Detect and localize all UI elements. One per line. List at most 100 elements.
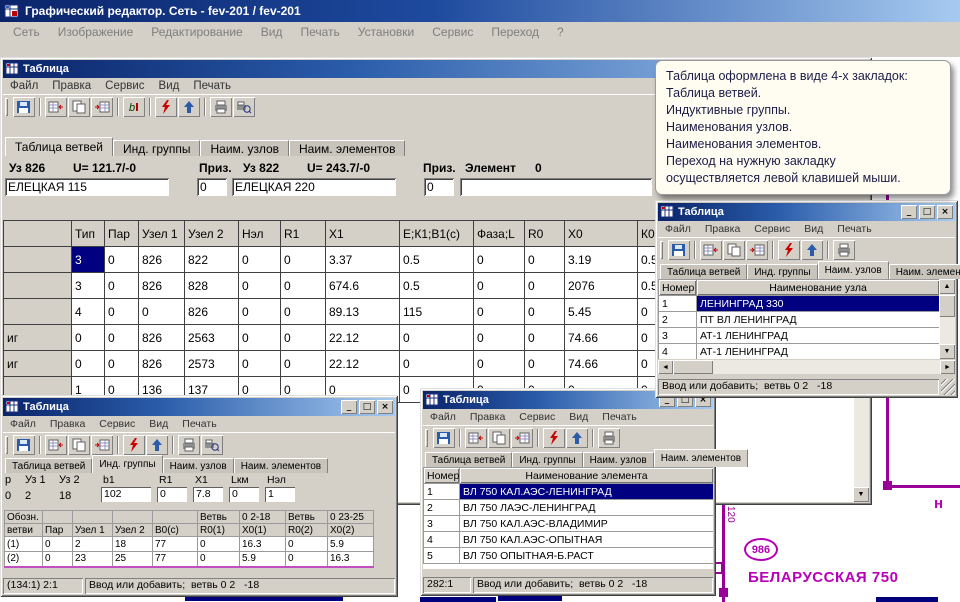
name-cell[interactable]: ВЛ 750 КАЛ.АЭС-ОПЫТНАЯ xyxy=(460,532,714,548)
print-button[interactable] xyxy=(598,428,620,448)
menu-item[interactable]: Печать xyxy=(186,80,238,92)
name-cell[interactable]: ЛЕНИНГРАД 330 xyxy=(697,296,940,312)
row-number-cell[interactable]: 5 xyxy=(424,548,460,564)
list-row[interactable]: 2ПТ ВЛ ЛЕНИНГРАД xyxy=(659,312,940,328)
name-cell[interactable]: АТ-1 ЛЕНИНГРАД xyxy=(697,344,940,360)
group-cell[interactable]: 0 xyxy=(43,552,73,567)
list-row[interactable]: 1ВЛ 750 КАЛ.АЭС-ЛЕНИНГРАД xyxy=(424,484,714,500)
name-cell[interactable]: ВЛ 750 КАЛ.АЭС-ЛЕНИНГРАД xyxy=(460,484,714,500)
name-cell[interactable]: ВЛ 750 ОПЫТНАЯ-Б.РАСТ xyxy=(460,548,714,564)
menu-item[interactable]: Печать xyxy=(291,25,348,39)
menu-item[interactable]: Вид xyxy=(252,25,292,39)
branch-row[interactable]: иг0082625730022.1200074.660 xyxy=(4,351,678,377)
group-cell[interactable]: 0 xyxy=(198,537,240,552)
map-station-label[interactable]: БЕЛАРУССКАЯ 750 xyxy=(748,569,898,586)
group-cell[interactable]: 0 xyxy=(286,537,328,552)
menu-item[interactable]: Сервис xyxy=(423,25,482,39)
name-cell[interactable]: ВЛ 750 КАЛ.АЭС-ВЛАДИМИР xyxy=(460,516,714,532)
node2-priz-field[interactable] xyxy=(424,178,454,196)
branch-row[interactable]: иг0082625630022.1200074.660 xyxy=(4,325,678,351)
group-cell[interactable]: 77 xyxy=(153,537,198,552)
branch-cell[interactable]: 5.45 xyxy=(565,299,638,325)
menu-item[interactable]: Изображение xyxy=(49,25,143,39)
branch-cell[interactable]: 826 xyxy=(185,299,239,325)
branch-cell[interactable]: 0 xyxy=(474,325,525,351)
copy-button[interactable] xyxy=(68,435,90,455)
menu-item[interactable]: Редактирование xyxy=(142,25,251,39)
scroll-down-button[interactable]: ▼ xyxy=(853,487,869,502)
branch-cell[interactable]: 0 xyxy=(281,325,326,351)
b1-field[interactable]: 102 xyxy=(101,487,151,502)
name-cell[interactable]: ПТ ВЛ ЛЕНИНГРАД xyxy=(697,312,940,328)
branch-cell[interactable]: 0 xyxy=(474,273,525,299)
calc-lightning-button[interactable] xyxy=(543,428,565,448)
branch-cell[interactable]: 828 xyxy=(185,273,239,299)
menu-item[interactable]: Сеть xyxy=(4,25,49,39)
row-number-cell[interactable]: 4 xyxy=(659,344,697,360)
branch-row[interactable]: 30826822003.370.5003.190.5 xyxy=(4,247,678,273)
branch-cell[interactable]: 0.5 xyxy=(400,273,474,299)
branch-cell[interactable]: 0 xyxy=(281,351,326,377)
export-table-button[interactable] xyxy=(746,240,768,260)
maximize-button[interactable]: □ xyxy=(359,400,375,414)
branch-cell[interactable]: 0 xyxy=(474,299,525,325)
arrow-up-button[interactable] xyxy=(801,240,823,260)
scrollbar-track[interactable] xyxy=(713,360,940,374)
list-row[interactable]: 4АТ-1 ЛЕНИНГРАД xyxy=(659,344,940,360)
group-cell[interactable]: 16.3 xyxy=(328,552,374,567)
branch-cell[interactable]: 89.13 xyxy=(326,299,400,325)
branch-cell[interactable]: 674.6 xyxy=(326,273,400,299)
name-cell[interactable]: АТ-1 ЛЕНИНГРАД xyxy=(697,328,940,344)
branch-cell[interactable]: 0 xyxy=(239,273,281,299)
branch-cell[interactable]: 2573 xyxy=(185,351,239,377)
tab[interactable]: Наим. элементов xyxy=(654,449,748,467)
tab[interactable]: Наим. элементов xyxy=(289,140,405,156)
branch-cell[interactable]: 0 xyxy=(239,247,281,273)
scroll-left-button[interactable]: ◄ xyxy=(658,360,673,374)
group-cell[interactable]: 5.9 xyxy=(240,552,286,567)
tab[interactable]: Наим. узлов xyxy=(583,452,654,467)
X1-field[interactable]: 7.8 xyxy=(193,487,223,502)
group-cell[interactable]: 5.9 xyxy=(328,537,374,552)
scroll-right-button[interactable]: ► xyxy=(940,360,955,374)
node1-name-field[interactable] xyxy=(5,178,169,196)
menu-item[interactable]: Файл xyxy=(3,418,43,430)
branch-cell[interactable]: 0 xyxy=(525,273,565,299)
branch-cell[interactable]: 0 xyxy=(139,299,185,325)
print-button[interactable] xyxy=(178,435,200,455)
save-button[interactable] xyxy=(668,240,690,260)
scroll-down-button[interactable]: ▼ xyxy=(939,344,955,359)
close-button[interactable]: × xyxy=(937,205,953,219)
branch-cell[interactable]: 2563 xyxy=(185,325,239,351)
tab[interactable]: Инд. группы xyxy=(747,264,817,279)
edit-b-button[interactable]: b xyxy=(123,97,145,117)
menu-item[interactable]: Печать xyxy=(830,223,878,235)
row-number-cell[interactable]: 2 xyxy=(424,500,460,516)
import-table-button[interactable] xyxy=(465,428,487,448)
R1-field[interactable]: 0 xyxy=(157,487,187,502)
window-titlebar[interactable]: Таблица _ □ × xyxy=(658,203,955,221)
list-row[interactable]: 2ВЛ 750 ЛАЭС-ЛЕНИНГРАД xyxy=(424,500,714,516)
menu-item[interactable]: Правка xyxy=(45,80,98,92)
name-cell[interactable]: ВЛ 750 ЛАЭС-ЛЕНИНГРАД xyxy=(460,500,714,516)
row-number-cell[interactable]: 3 xyxy=(659,328,697,344)
save-button[interactable] xyxy=(433,428,455,448)
branch-cell[interactable]: 826 xyxy=(139,351,185,377)
branch-cell[interactable]: 0 xyxy=(105,247,139,273)
menu-item[interactable]: Файл xyxy=(658,223,698,235)
branch-cell[interactable]: 0 xyxy=(400,351,474,377)
group-cell[interactable]: 18 xyxy=(113,537,153,552)
print-preview-button[interactable] xyxy=(233,97,255,117)
branch-cell[interactable]: 0 xyxy=(525,299,565,325)
vertical-scrollbar[interactable]: ▲ ▼ xyxy=(939,279,955,359)
tab[interactable]: Инд. группы xyxy=(512,452,582,467)
group-cell[interactable]: 25 xyxy=(113,552,153,567)
branch-cell[interactable]: 0 xyxy=(474,247,525,273)
row-number-cell[interactable]: 1 xyxy=(424,484,460,500)
branch-cell[interactable]: 0 xyxy=(400,325,474,351)
branch-cell[interactable]: 0 xyxy=(72,351,105,377)
node2-name-field[interactable] xyxy=(232,178,396,196)
menu-item[interactable]: Сервис xyxy=(747,223,797,235)
scroll-up-button[interactable]: ▲ xyxy=(939,279,955,294)
group-row[interactable]: (1)021877016.305.9 xyxy=(5,537,374,552)
